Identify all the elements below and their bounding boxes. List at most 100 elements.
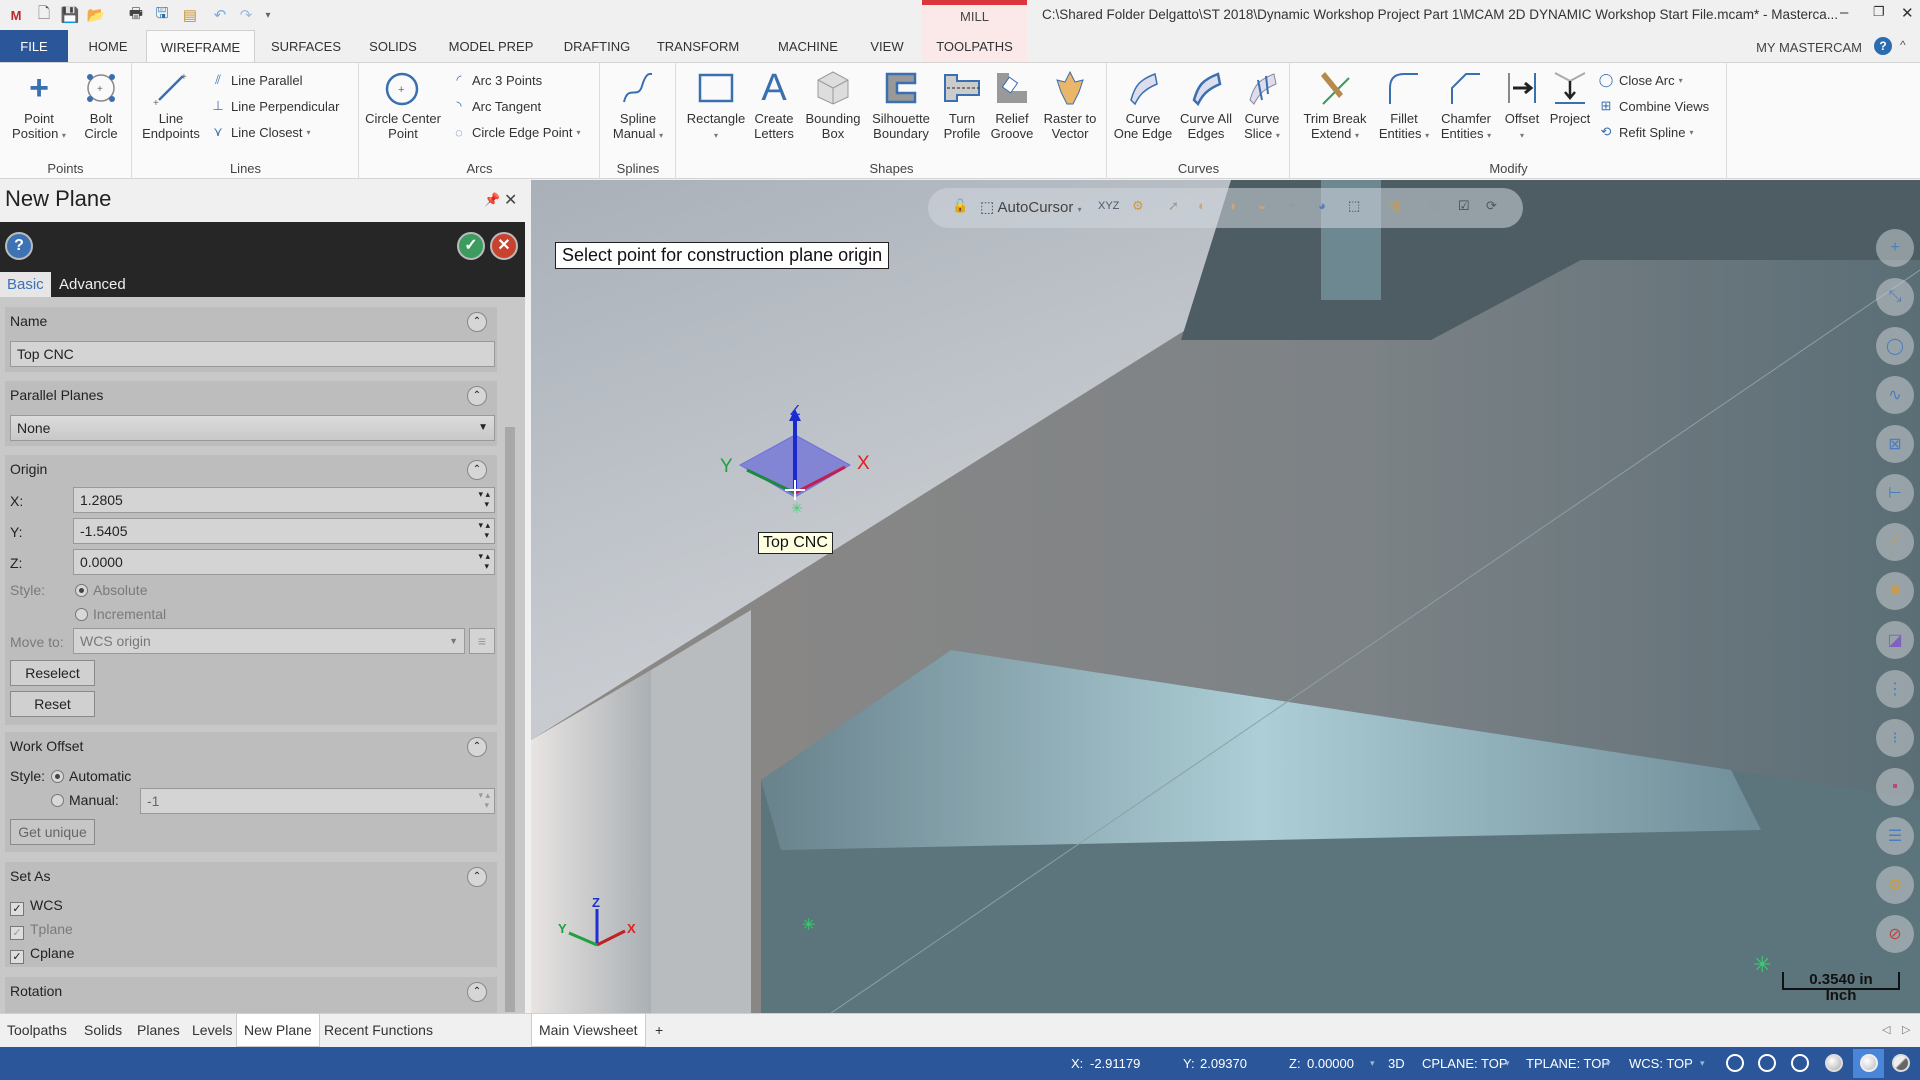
redo-icon[interactable]: ↷	[236, 5, 256, 25]
hidden-line-icon[interactable]	[1758, 1054, 1776, 1072]
set-as-wcs-checkbox[interactable]: ✓ WCS	[10, 897, 63, 916]
polygon-icon[interactable]: ◓	[1288, 198, 1296, 213]
get-unique-button[interactable]: Get unique	[10, 819, 95, 845]
spin-arrows-icon[interactable]: ▾ ▴ ▾	[478, 790, 490, 810]
wcs-selector[interactable]: WCS: TOP	[1629, 1056, 1693, 1071]
refit-spline-button[interactable]: ⟲ Refit Spline ▾	[1597, 123, 1694, 141]
fillet-entities-button[interactable]: Fillet Entities ▾	[1375, 67, 1433, 143]
open-folder-icon[interactable]: 📂	[86, 5, 106, 25]
tab-home[interactable]: HOME	[78, 30, 138, 62]
tab-planes[interactable]: Planes	[130, 1014, 187, 1047]
style-absolute-radio[interactable]: Absolute	[75, 582, 147, 598]
line-endpoints-button[interactable]: + + Line Endpoints	[139, 67, 203, 141]
parallel-planes-select[interactable]: None ▼	[10, 415, 495, 441]
curve-one-edge-button[interactable]: Curve One Edge	[1112, 67, 1174, 141]
circle-edge-point-button[interactable]: ◌ Circle Edge Point ▾	[450, 123, 580, 141]
collapse-origin-icon[interactable]: ⌃	[467, 460, 487, 480]
spin-arrows-icon[interactable]: ▾ ▴ ▾	[478, 489, 490, 509]
tab-wireframe[interactable]: WIREFRAME	[146, 30, 255, 62]
new-file-icon[interactable]: 🗋	[34, 5, 54, 25]
point-icon[interactable]: +	[1876, 229, 1914, 267]
collapse-ribbon-icon[interactable]: ^	[1900, 38, 1906, 52]
tab-drafting[interactable]: DRAFTING	[558, 30, 636, 62]
set-as-cplane-checkbox[interactable]: ✓ Cplane	[10, 945, 74, 964]
style-incremental-radio[interactable]: Incremental	[75, 606, 166, 622]
plane-gnomon[interactable]: Z X Y ✳	[715, 405, 875, 515]
tab-solids[interactable]: SOLIDS	[362, 30, 424, 62]
cancel-x-icon[interactable]: ✕	[490, 232, 518, 260]
levels-icon[interactable]: ⋮	[1876, 670, 1914, 708]
gear-point-icon[interactable]: ⚙	[1132, 198, 1144, 214]
curve-slice-button[interactable]: Curve Slice ▾	[1238, 67, 1286, 143]
reselect-button[interactable]: Reselect	[10, 660, 95, 686]
translucency-icon[interactable]	[1892, 1054, 1910, 1072]
tab-model-prep[interactable]: MODEL PREP	[442, 30, 540, 62]
selection-mode-icon[interactable]: ▦	[1388, 198, 1400, 214]
close-arc-button[interactable]: ◯ Close Arc ▾	[1597, 71, 1683, 89]
lock-icon[interactable]: 🔓	[952, 198, 968, 214]
chevron-down-icon[interactable]: ▾	[1606, 1058, 1611, 1069]
line-icon[interactable]: ⤡	[1876, 278, 1914, 316]
trim-break-extend-button[interactable]: Trim Break Extend ▾	[1299, 67, 1371, 143]
shaded-with-edges-icon[interactable]	[1860, 1054, 1878, 1072]
planes-icon[interactable]: ◪	[1876, 621, 1914, 659]
tab-advanced[interactable]: Advanced	[52, 272, 133, 297]
add-viewsheet-button[interactable]: +	[648, 1014, 670, 1047]
tab-machine[interactable]: MACHINE	[770, 30, 846, 62]
help-icon[interactable]: ?	[1874, 37, 1892, 55]
wireframe-display-icon[interactable]	[1726, 1054, 1744, 1072]
chevron-down-icon[interactable]: ▾	[1505, 1058, 1510, 1069]
xyz-icon[interactable]: XYZ	[1098, 200, 1119, 212]
line-closest-button[interactable]: ⋎ Line Closest ▾	[209, 123, 310, 141]
create-letters-button[interactable]: A Create Letters	[749, 67, 799, 142]
wireframe-icon[interactable]: ⟋	[1876, 523, 1914, 561]
customize-toolbar-icon[interactable]: ▾	[258, 5, 278, 25]
solid-select-icon[interactable]: ◕	[1318, 198, 1326, 213]
select-last-icon[interactable]: ☑	[1458, 198, 1470, 214]
spin-arrows-icon[interactable]: ▾ ▴ ▾	[478, 520, 490, 540]
bolt-circle-button[interactable]: + Bolt Circle	[76, 67, 126, 141]
project-button[interactable]: Project	[1545, 67, 1595, 126]
combine-views-button[interactable]: ⊞ Combine Views	[1597, 97, 1710, 115]
arc-3-points-button[interactable]: ◜ Arc 3 Points	[450, 71, 542, 89]
layers-icon[interactable]: ☰	[1876, 817, 1914, 855]
help-icon[interactable]: ?	[5, 232, 33, 260]
origin-z-input[interactable]: 0.0000 ▾ ▴ ▾	[73, 549, 495, 575]
minimize-button[interactable]: ‒	[1840, 4, 1848, 21]
clear-selection-icon[interactable]: ⟳	[1486, 198, 1497, 214]
spline-manual-button[interactable]: Spline Manual ▾	[607, 67, 669, 143]
offset-manual-radio[interactable]: Manual:	[51, 792, 119, 808]
restore-button[interactable]: ❐	[1873, 4, 1885, 20]
dimension-icon[interactable]: ⊢	[1876, 474, 1914, 512]
my-mastercam-link[interactable]: MY MASTERCAM	[1756, 40, 1862, 55]
tab-file[interactable]: FILE	[0, 30, 68, 62]
rectangle-button[interactable]: Rectangle ▾	[685, 67, 747, 143]
spline-icon[interactable]: ∿	[1876, 376, 1914, 414]
tab-transform[interactable]: TRANSFORM	[652, 30, 744, 62]
offset-button[interactable]: Offset ▾	[1499, 67, 1545, 143]
file-tree-icon[interactable]: ▤	[180, 5, 200, 25]
tab-toolpaths[interactable]: Toolpaths	[0, 1014, 74, 1047]
cplane-selector[interactable]: CPLANE: TOP	[1422, 1056, 1508, 1071]
save-as-icon[interactable]: 🖫	[152, 5, 172, 25]
relief-groove-button[interactable]: Relief Groove	[987, 67, 1037, 141]
panel-close-icon[interactable]: ✕	[504, 190, 517, 210]
origin-y-input[interactable]: -1.5405 ▾ ▴ ▾	[73, 518, 495, 544]
tab-recent-functions[interactable]: Recent Functions	[317, 1014, 440, 1047]
app-logo-icon[interactable]: M	[6, 5, 26, 25]
chain-icon[interactable]: ◐	[1198, 198, 1206, 213]
line-parallel-button[interactable]: ⫽ Line Parallel	[209, 71, 302, 89]
select-icon[interactable]: ➚	[1168, 198, 1179, 214]
mode-3d-toggle[interactable]: 3D	[1388, 1056, 1405, 1071]
ok-check-icon[interactable]: ✓	[457, 232, 485, 260]
curve-all-edges-button[interactable]: Curve All Edges	[1176, 67, 1236, 141]
circle-center-point-button[interactable]: + Circle Center Point	[364, 67, 442, 141]
collapse-work-offset-icon[interactable]: ⌃	[467, 737, 487, 757]
chevron-down-icon[interactable]: ▾	[1370, 1058, 1375, 1069]
solid-icon[interactable]: ⊠	[1876, 425, 1914, 463]
collapse-set-as-icon[interactable]: ⌃	[467, 867, 487, 887]
offset-automatic-radio[interactable]: Automatic	[51, 768, 131, 784]
silhouette-boundary-button[interactable]: Silhouette Boundary	[867, 67, 935, 141]
line-perpendicular-button[interactable]: ⊥ Line Perpendicular	[209, 97, 339, 115]
turn-profile-button[interactable]: Turn Profile	[937, 67, 987, 141]
